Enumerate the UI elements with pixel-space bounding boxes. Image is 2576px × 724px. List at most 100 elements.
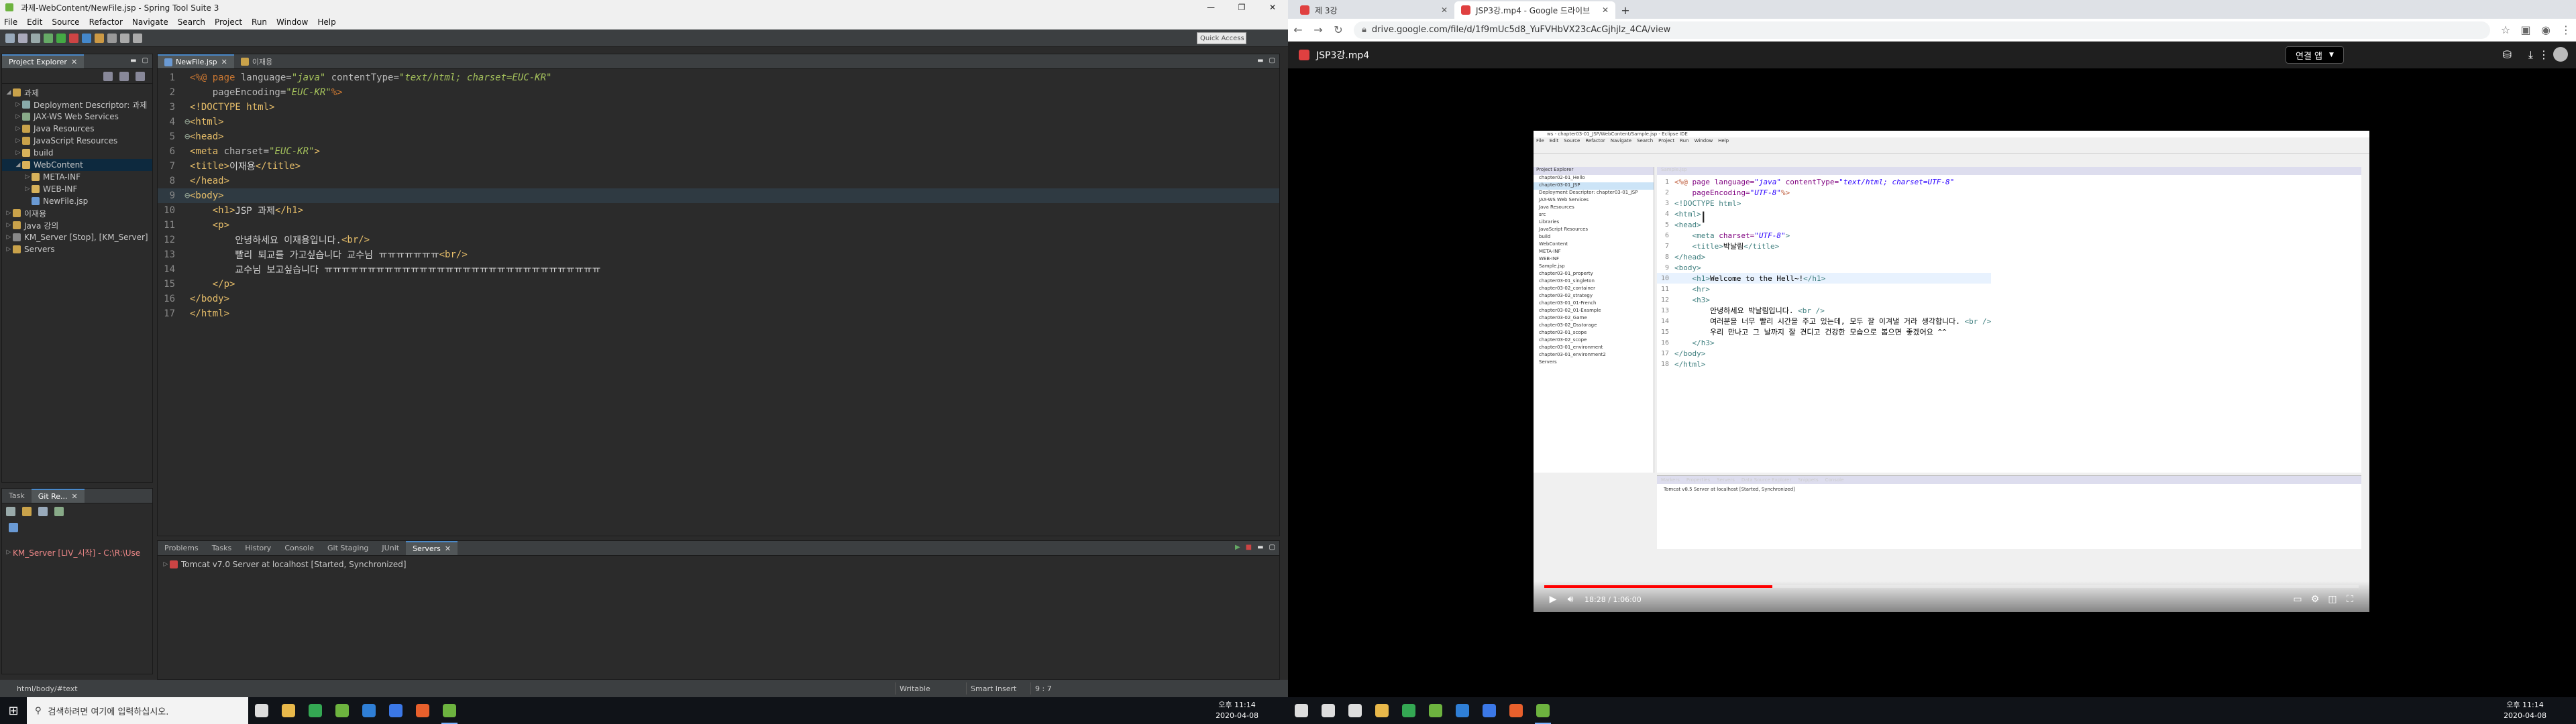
orange-app-button[interactable]	[1503, 697, 1529, 724]
tree-item[interactable]: ▷ META-INF	[2, 171, 152, 183]
maximize-button[interactable]: ❐	[1226, 0, 1257, 15]
expand-arrow-icon[interactable]: ◢	[5, 89, 13, 96]
video-player[interactable]: ws - chapter03-01_JSP/WebContent/Sample.…	[1534, 131, 2369, 612]
back-icon[interactable]: ←	[1288, 23, 1308, 36]
expand-arrow-icon[interactable]: ▷	[5, 210, 13, 217]
tab-servers[interactable]: Servers ✕	[406, 541, 458, 555]
minimize-icon[interactable]: ▬	[130, 57, 136, 64]
server-icon[interactable]	[82, 33, 91, 43]
expand-arrow-icon[interactable]: ▷	[5, 234, 13, 241]
code-area[interactable]: 1 <%@ page language= "java" contentType= "t…	[158, 70, 1279, 536]
expand-arrow-icon[interactable]: ◢	[14, 162, 22, 168]
forward-icon[interactable]	[133, 33, 142, 43]
miniplayer-icon[interactable]: ◫	[2324, 594, 2341, 605]
right-taskbar-clock[interactable]: 오후 11:14 2020-04-08	[2504, 700, 2546, 721]
expand-arrow-icon[interactable]: ▷	[162, 561, 170, 568]
sts-active-button[interactable]	[1529, 697, 1556, 724]
tree-item[interactable]: ▷ build	[2, 147, 152, 159]
close-icon[interactable]: ✕	[72, 492, 78, 501]
tree-item[interactable]: ▷ Servers	[2, 243, 152, 255]
start-button[interactable]	[1288, 697, 1315, 724]
tab-newfile-jsp[interactable]: NewFile.jsp ✕	[158, 54, 234, 68]
tree-item[interactable]: ▷ KM_Server [Stop], [KM_Server]	[2, 231, 152, 243]
expand-arrow-icon[interactable]: ▷	[14, 113, 22, 120]
forward-icon[interactable]: →	[1308, 23, 1328, 36]
settings-gear-icon[interactable]: ⚙	[2306, 594, 2324, 605]
debug-icon[interactable]	[44, 33, 53, 43]
menu-help[interactable]: Help	[317, 17, 335, 27]
start-button[interactable]: ⊞	[0, 697, 27, 724]
close-button[interactable]: ✕	[1257, 0, 1288, 15]
view-menu-icon[interactable]	[136, 71, 145, 81]
tab-history[interactable]: History	[238, 541, 278, 555]
menu-source[interactable]: Source	[52, 17, 79, 27]
minimize-icon[interactable]: ▬	[1257, 57, 1263, 64]
menu-edit[interactable]: Edit	[27, 17, 42, 27]
task-item[interactable]: ▷ KM_Server [LIV_시작] - C:\R:\Use	[2, 546, 152, 558]
task-view-button[interactable]	[1342, 697, 1368, 724]
vscode-button[interactable]	[1449, 697, 1476, 724]
taskbar-clock[interactable]: 오후 11:14 2020-04-08	[1216, 700, 1258, 721]
tab-git-repositories[interactable]: Git Re... ✕	[31, 489, 85, 503]
back-icon[interactable]	[120, 33, 129, 43]
tree-item[interactable]: ◢ WebContent	[2, 159, 152, 171]
address-bar[interactable]: 🔒︎ drive.google.com/file/d/1f9mUc5d8_YuF…	[1354, 21, 2490, 39]
build-icon[interactable]	[95, 33, 104, 43]
tree-item[interactable]: ◢ 과제	[2, 86, 152, 99]
reload-icon[interactable]: ↻	[1328, 23, 1348, 36]
git-refresh-icon[interactable]	[54, 507, 64, 516]
expand-arrow-icon[interactable]: ▷	[14, 137, 22, 144]
menu-window[interactable]: Window	[276, 17, 308, 27]
more-options-icon[interactable]: ⋮	[2538, 48, 2549, 61]
search-button[interactable]	[1315, 697, 1342, 724]
git-clone-icon[interactable]	[6, 507, 15, 516]
collapse-all-icon[interactable]	[103, 71, 113, 81]
expand-arrow-icon[interactable]: ▷	[5, 246, 13, 253]
video-progress-bar[interactable]	[1544, 585, 2359, 588]
shield-button[interactable]	[1476, 697, 1503, 724]
menu-refactor[interactable]: Refactor	[89, 17, 123, 27]
captions-icon[interactable]: ▭	[2289, 594, 2306, 605]
tree-item[interactable]: ▷ JavaScript Resources	[2, 135, 152, 147]
task-view-button[interactable]	[248, 697, 275, 724]
menu-navigate[interactable]: Navigate	[132, 17, 168, 27]
tree-item[interactable]: ▷ JAX-WS Web Services	[2, 111, 152, 123]
expand-arrow-icon[interactable]: ▷	[14, 149, 22, 156]
maximize-icon[interactable]: ▢	[142, 57, 148, 64]
server-row[interactable]: ▷ Tomcat v7.0 Server at localhost [Start…	[158, 558, 1279, 570]
extensions-icon[interactable]: ▣	[2516, 23, 2536, 36]
close-icon[interactable]: ✕	[1441, 5, 1448, 15]
bookmark-star-icon[interactable]: ☆	[2496, 23, 2516, 36]
git-create-icon[interactable]	[38, 507, 48, 516]
sts-button[interactable]	[1422, 697, 1449, 724]
taskbar-search-input[interactable]: ⚲ 검색하려면 여기에 입력하십시오.	[27, 697, 248, 724]
expand-arrow-icon[interactable]: ▷	[5, 222, 13, 229]
start-server-icon[interactable]: ▶	[1235, 544, 1240, 551]
play-icon[interactable]: ▶	[1544, 594, 1562, 605]
tree-item[interactable]: ▷ WEB-INF	[2, 183, 152, 195]
new-tab-button[interactable]: +	[1615, 1, 1635, 19]
more-menu-icon[interactable]: ⋮	[2556, 23, 2576, 36]
link-editor-icon[interactable]	[119, 71, 129, 81]
maximize-icon[interactable]: ▢	[1269, 544, 1275, 551]
sts-button[interactable]	[329, 697, 356, 724]
tab-junit[interactable]: JUnit	[375, 541, 406, 555]
minimize-button[interactable]: —	[1195, 0, 1226, 15]
menu-file[interactable]: File	[4, 17, 17, 27]
sts-active-button[interactable]	[436, 697, 463, 724]
fullscreen-icon[interactable]: ⛶	[2341, 594, 2359, 605]
menu-project[interactable]: Project	[215, 17, 242, 27]
menu-run[interactable]: Run	[252, 17, 267, 27]
save-all-icon[interactable]	[31, 33, 40, 43]
maximize-icon[interactable]: ▢	[1269, 57, 1275, 64]
close-icon[interactable]: ✕	[1602, 5, 1609, 15]
close-icon[interactable]: ✕	[445, 544, 451, 553]
expand-arrow-icon[interactable]: ▷	[23, 174, 32, 180]
tab-project-explorer[interactable]: Project Explorer ✕	[2, 54, 85, 68]
tab-second-editor[interactable]: 이재용	[234, 54, 279, 68]
chrome-tab-1[interactable]: 제 3강 ✕	[1293, 1, 1454, 19]
open-with-button[interactable]: 연결 앱 ▼	[2286, 46, 2344, 64]
expand-arrow-icon[interactable]: ▷	[14, 101, 22, 108]
minimize-icon[interactable]: ▬	[1257, 544, 1263, 551]
tab-task[interactable]: Task	[2, 489, 32, 503]
